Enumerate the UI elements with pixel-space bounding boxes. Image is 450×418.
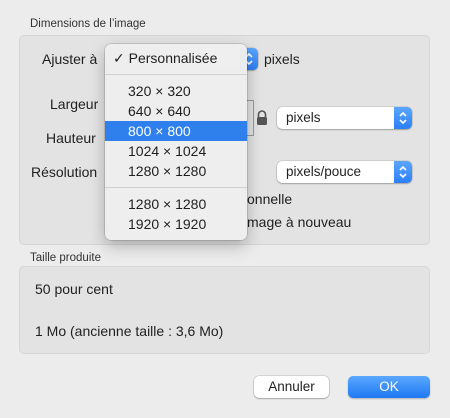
menu-item-1024[interactable]: 1024 × 1024 (105, 141, 247, 161)
menu-separator (105, 187, 247, 188)
size-units-value: pixels (286, 110, 321, 125)
menu-item-320[interactable]: 320 × 320 (105, 81, 247, 101)
menu-item-custom-label: Personnalisée (128, 50, 218, 66)
menu-item-1280[interactable]: 1280 × 1280 (105, 161, 247, 181)
menu-item-800[interactable]: 800 × 800 (105, 121, 247, 141)
resolution-units-popup[interactable]: pixels/pouce (277, 161, 412, 183)
lock-icon[interactable] (255, 109, 269, 132)
fit-label: Ajuster à (42, 51, 98, 67)
cancel-button[interactable]: Annuler (254, 376, 329, 398)
output-section-title: Taille produite (30, 252, 101, 264)
resample-checkbox-label[interactable]: mage à nouveau (247, 214, 351, 230)
fit-units-label: pixels (264, 51, 300, 67)
menu-item-1280-b[interactable]: 1280 × 1280 (105, 194, 247, 214)
dimensions-section-title: Dimensions de l’image (30, 18, 146, 30)
fit-dropdown-menu: ✓ Personnalisée 320 × 320 640 × 640 800 … (105, 44, 247, 240)
ok-button[interactable]: OK (348, 376, 430, 398)
height-label: Hauteur (46, 130, 96, 146)
checkmark-icon: ✓ (113, 50, 125, 66)
resolution-label: Résolution (31, 164, 98, 180)
size-units-popup[interactable]: pixels (277, 107, 412, 129)
menu-item-1920[interactable]: 1920 × 1920 (105, 214, 247, 234)
width-label: Largeur (50, 96, 99, 112)
menu-item-custom[interactable]: ✓ Personnalisée (105, 48, 247, 68)
menu-separator (105, 74, 247, 75)
resolution-units-value: pixels/pouce (286, 164, 362, 179)
menu-item-640[interactable]: 640 × 640 (105, 101, 247, 121)
proportional-checkbox-label[interactable]: onnelle (247, 191, 292, 207)
output-percent: 50 pour cent (35, 281, 113, 297)
output-size: 1 Mo (ancienne taille : 3,6 Mo) (35, 323, 224, 339)
size-units-stepper-icon (394, 107, 412, 129)
output-group (19, 266, 430, 354)
proportion-bracket (246, 100, 254, 136)
resolution-units-stepper-icon (394, 161, 412, 183)
